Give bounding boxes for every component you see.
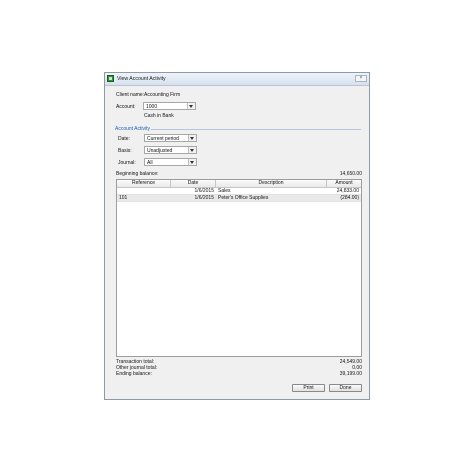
cell-date: 1/6/2015	[194, 195, 214, 201]
journal-dropdown-value: All	[147, 160, 153, 166]
account-dropdown[interactable]: 1000	[143, 102, 196, 110]
ending-balance-label: Ending balance:	[116, 371, 152, 377]
title-bar: View Account Activity ×	[105, 73, 369, 86]
basis-dropdown[interactable]: Unadjusted	[144, 146, 197, 154]
beginning-balance-value: 14,650.00	[339, 171, 362, 177]
window-title: View Account Activity	[117, 76, 166, 82]
account-activity-heading: Account Activity	[115, 126, 151, 132]
chevron-down-icon[interactable]	[188, 147, 196, 153]
account-name: Cash in Bank	[144, 113, 174, 119]
column-header-date[interactable]: Date	[171, 180, 216, 188]
cell-reference: 101	[119, 195, 128, 201]
chevron-down-icon[interactable]	[188, 135, 196, 141]
account-label: Account:	[116, 104, 136, 110]
date-label: Date:	[118, 136, 130, 142]
column-header-amount[interactable]: Amount	[327, 180, 361, 188]
beginning-balance-label: Beginning balance:	[116, 171, 159, 177]
print-button[interactable]: Print	[292, 384, 325, 392]
section-divider	[151, 129, 361, 130]
cell-description: Sales	[218, 188, 231, 194]
date-dropdown-value: Current period	[147, 136, 179, 142]
close-button[interactable]: ×	[355, 75, 367, 82]
column-header-description[interactable]: Description	[216, 180, 327, 188]
table-row[interactable]: 101 1/6/2015 Peter's Office Supplies (28…	[117, 195, 361, 202]
view-account-activity-window: View Account Activity × Client name: Acc…	[104, 72, 370, 400]
cell-date: 1/6/2015	[194, 188, 214, 194]
journal-dropdown[interactable]: All	[144, 158, 197, 166]
transactions-table[interactable]: Reference Date Description Amount 1/6/20…	[116, 179, 362, 357]
cell-reference	[119, 188, 169, 195]
journal-label: Journal:	[118, 160, 136, 166]
ending-balance-value: 39,199.00	[339, 371, 362, 377]
basis-dropdown-value: Unadjusted	[147, 148, 173, 154]
client-name-value: Accounting Firm	[144, 92, 181, 98]
account-dropdown-value: 1000	[146, 104, 158, 110]
basis-label: Basis:	[118, 148, 132, 154]
cell-description: Peter's Office Supplies	[218, 195, 269, 201]
client-name-label: Client name:	[116, 92, 145, 98]
chevron-down-icon[interactable]	[188, 159, 196, 165]
date-dropdown[interactable]: Current period	[144, 134, 197, 142]
chevron-down-icon[interactable]	[187, 103, 195, 109]
done-button[interactable]: Done	[329, 384, 362, 392]
app-icon	[107, 75, 114, 82]
cell-amount: 24,833.00	[336, 188, 359, 194]
column-header-reference[interactable]: Reference	[117, 180, 171, 188]
cell-amount: (284.00)	[340, 195, 359, 201]
table-row[interactable]: 1/6/2015 Sales 24,833.00	[117, 188, 361, 195]
